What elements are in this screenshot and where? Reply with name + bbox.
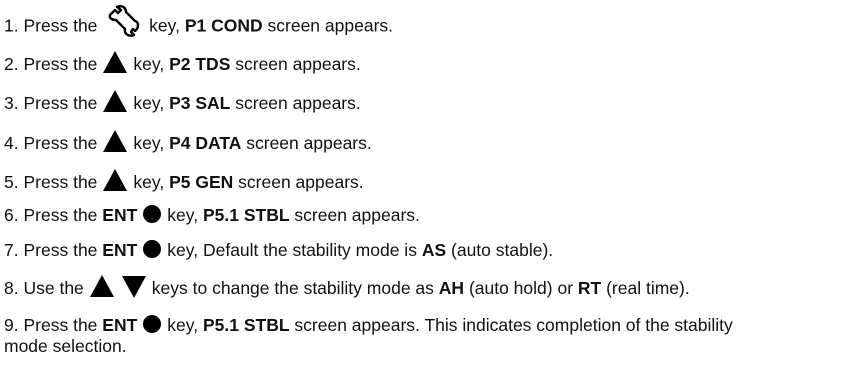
step-number: 8. <box>4 278 19 298</box>
key-name: ENT <box>102 240 138 260</box>
step-number: 1. <box>4 15 19 36</box>
step-text: key, <box>133 133 165 153</box>
step-text: screen appears. <box>235 93 361 113</box>
step-text: Use the <box>23 278 84 298</box>
step-text: screen appears. <box>238 172 364 192</box>
step-7: 7. Press the ENT key, Default the stabili… <box>4 239 553 261</box>
mode-name: AS <box>421 240 447 260</box>
step-text: Press the <box>23 54 98 74</box>
up-triangle-icon <box>103 169 128 192</box>
mode-name: AH <box>438 278 465 298</box>
step-text: key, <box>133 93 165 113</box>
step-text: screen appears. <box>267 15 394 36</box>
up-triangle-icon <box>89 275 114 298</box>
step-text: Press the <box>23 93 98 113</box>
step-text: key, Default the stability mode is <box>167 240 417 260</box>
step-text: keys to change the stability mode as <box>151 278 434 298</box>
step-text: screen appears. <box>246 133 372 153</box>
screen-name: P4 DATA <box>169 133 242 153</box>
step-number: 6. <box>4 205 19 225</box>
up-triangle-icon <box>103 51 128 74</box>
step-text: Press the <box>23 240 98 260</box>
step-text: key, <box>167 205 199 225</box>
key-name: ENT <box>102 205 138 225</box>
enter-dot-icon <box>143 240 162 259</box>
step-number: 3. <box>4 93 19 113</box>
down-triangle-icon <box>121 276 146 299</box>
step-text: Press the <box>23 172 98 192</box>
step-8: 8. Use the keys to change the stability m… <box>4 275 690 300</box>
step-text: (auto hold) or <box>468 278 574 298</box>
step-text: (auto stable). <box>451 240 554 260</box>
step-text: key, <box>149 15 180 36</box>
step-text: (real time). <box>606 278 690 298</box>
step-text: key, <box>133 172 165 192</box>
screen-name: P5.1 STBL <box>202 205 290 225</box>
step-text: key, <box>133 54 165 74</box>
screen-name: P5.1 STBL <box>202 315 290 335</box>
screen-name: P5 GEN <box>169 172 234 192</box>
screen-name: P3 SAL <box>169 93 231 113</box>
step-number: 5. <box>4 172 19 192</box>
step-5: 5. Press the key, P5 GEN screen appears. <box>4 169 364 194</box>
step-number: 4. <box>4 133 19 153</box>
step-text: Press the <box>23 205 98 225</box>
key-name: ENT <box>102 315 138 335</box>
step-text: key, <box>167 315 199 335</box>
enter-dot-icon <box>143 315 162 334</box>
screen-name: P1 COND <box>184 15 263 36</box>
up-triangle-icon <box>103 130 128 153</box>
step-2: 2. Press the key, P2 TDS screen appears. <box>4 51 361 76</box>
step-text: Press the <box>23 315 98 335</box>
step-1: 1. Press the key, P1 COND screen appears… <box>4 5 394 43</box>
step-text: Press the <box>23 133 98 153</box>
step-number: 7. <box>4 240 19 260</box>
wrench-icon <box>108 5 140 37</box>
step-number: 2. <box>4 54 19 74</box>
screen-name: P2 TDS <box>169 54 231 74</box>
step-3: 3. Press the key, P3 SAL screen appears. <box>4 90 361 115</box>
step-text: screen appears. <box>235 54 361 74</box>
step-text: screen appears. <box>294 205 420 225</box>
step-6: 6. Press the ENT key, P5.1 STBL screen ap… <box>4 204 420 226</box>
step-text: Press the <box>23 15 98 36</box>
step-9: 9. Press the ENT key, P5.1 STBL screen ap… <box>4 315 764 357</box>
step-number: 9. <box>4 315 19 335</box>
up-triangle-icon <box>103 90 128 113</box>
mode-name: RT <box>577 278 602 298</box>
step-4: 4. Press the key, P4 DATA screen appears. <box>4 130 372 155</box>
enter-dot-icon <box>143 205 162 224</box>
